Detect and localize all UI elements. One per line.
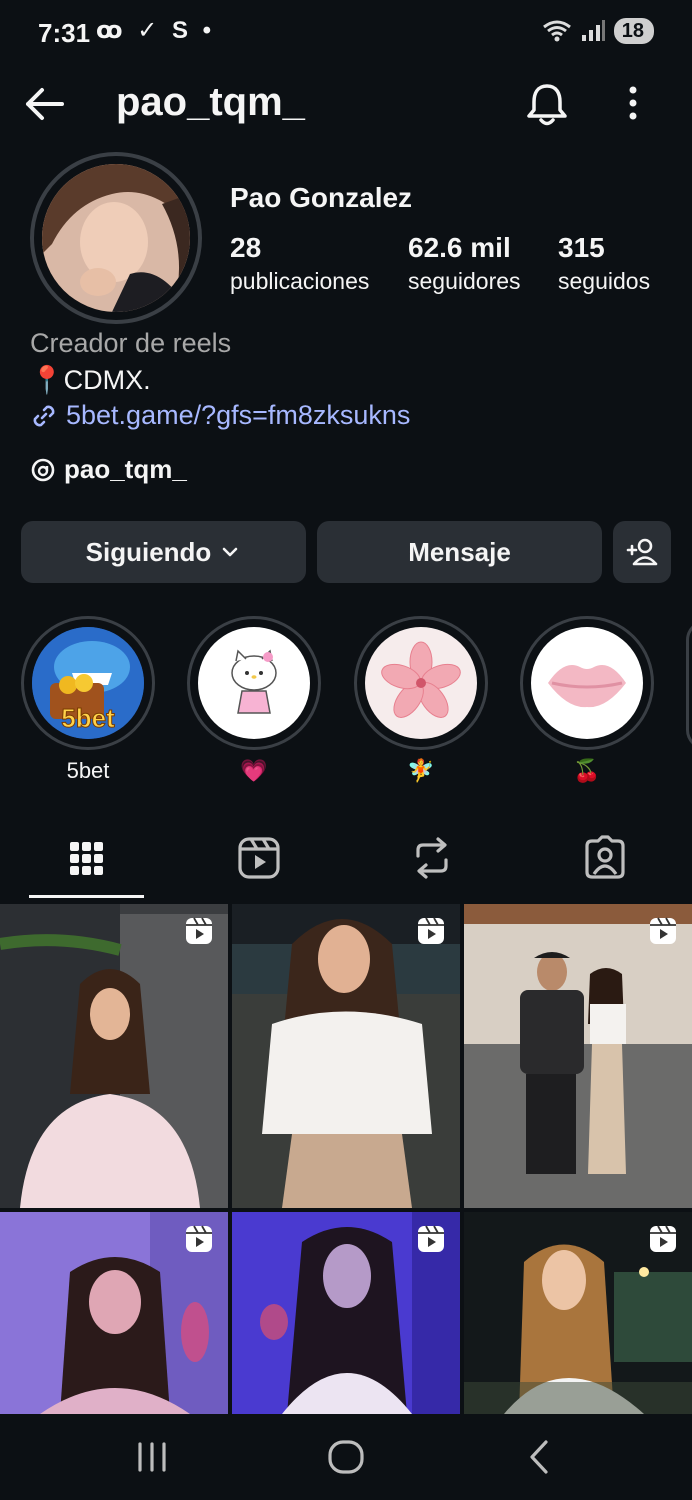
- battery-indicator: 18: [613, 18, 654, 44]
- stat-followers-value: 62.6 mil: [408, 232, 511, 263]
- recent-apps-icon[interactable]: [132, 1440, 172, 1474]
- link-icon: [33, 405, 55, 426]
- status-bar: 7:31 ꝏ ✓ S • 18: [0, 0, 692, 66]
- reel-icon: [186, 1225, 212, 1252]
- system-back-icon[interactable]: [522, 1438, 556, 1476]
- post-thumbnail[interactable]: [232, 1212, 460, 1414]
- stat-posts[interactable]: 28 publicaciones: [230, 232, 369, 295]
- following-button-label: Siguiendo: [85, 536, 212, 567]
- message-button-label: Mensaje: [408, 536, 511, 567]
- bio-link[interactable]: 5bet.game/?gfs=fm8zksukns: [30, 400, 410, 431]
- stat-following[interactable]: 315 seguidos: [558, 232, 650, 295]
- stat-following-label: seguidos: [558, 268, 651, 294]
- threads-badge[interactable]: pao_tqm_: [30, 454, 187, 485]
- reposts-icon[interactable]: [408, 834, 456, 882]
- post-image: [464, 904, 692, 1208]
- reel-icon: [650, 917, 676, 944]
- shark-treasure-icon: 5bet: [32, 627, 144, 739]
- post-image: [232, 904, 460, 1208]
- profile-tabs: [0, 820, 692, 900]
- add-user-button[interactable]: [613, 521, 671, 583]
- highlight-label: 5bet: [66, 758, 110, 783]
- tagged-icon[interactable]: [581, 834, 629, 882]
- wifi-icon: [542, 20, 571, 42]
- status-notification-icons: ꝏ ✓ S •: [96, 17, 216, 44]
- highlight-4[interactable]: 🍒: [520, 616, 654, 784]
- chevron-down-icon: [223, 547, 238, 557]
- highlight-label: 🍒: [573, 758, 601, 783]
- message-button[interactable]: Mensaje: [317, 521, 602, 583]
- page-title-username: pao_tqm_: [116, 80, 305, 124]
- highlight-3[interactable]: 🧚: [354, 616, 488, 784]
- highlight-ring: [187, 616, 321, 750]
- bell-icon[interactable]: [524, 80, 570, 128]
- bio-link-text[interactable]: 5bet.game/?gfs=fm8zksukns: [66, 400, 410, 431]
- add-user-icon: [626, 538, 658, 566]
- post-thumbnail[interactable]: [464, 904, 692, 1208]
- pin-emoji-icon: 📍: [30, 365, 64, 395]
- highlight-partial[interactable]: [686, 620, 692, 750]
- more-vertical-icon[interactable]: [618, 82, 648, 128]
- stat-followers-label: seguidores: [408, 268, 521, 294]
- lips-icon: [531, 627, 643, 739]
- status-time: 7:31: [38, 18, 91, 48]
- threads-icon: [31, 458, 55, 481]
- stat-followers[interactable]: 62.6 mil seguidores: [408, 232, 521, 295]
- post-thumbnail[interactable]: [0, 904, 228, 1208]
- highlight-2[interactable]: 💗: [187, 616, 321, 784]
- highlight-label: 💗: [240, 758, 268, 783]
- reel-icon: [186, 917, 212, 944]
- profile-header: pao_tqm_: [0, 70, 692, 136]
- highlight-ring: [354, 616, 488, 750]
- bio-line: 📍 CDMX.: [30, 364, 151, 396]
- stat-posts-label: publicaciones: [230, 268, 370, 294]
- avatar-photo: [42, 164, 190, 312]
- post-image: [0, 904, 228, 1208]
- highlight-5bet[interactable]: 5bet 5bet: [21, 616, 155, 784]
- display-name: Pao Gonzalez: [230, 182, 413, 213]
- following-button[interactable]: Siguiendo: [21, 521, 306, 583]
- flower-icon: [365, 627, 477, 739]
- post-thumbnail[interactable]: [232, 904, 460, 1208]
- reels-icon[interactable]: [235, 834, 283, 882]
- reel-icon: [418, 917, 444, 944]
- signal-icon: [581, 20, 605, 41]
- system-navigation-bar: [0, 1414, 692, 1500]
- highlight-ring: [520, 616, 654, 750]
- reel-icon: [418, 1225, 444, 1252]
- active-tab-indicator: [29, 895, 144, 898]
- profile-category: Creador de reels: [30, 328, 232, 358]
- highlight-label: 🧚: [407, 758, 435, 783]
- reel-icon: [650, 1225, 676, 1252]
- highlight-ring: 5bet: [21, 616, 155, 750]
- post-thumbnail[interactable]: [464, 1212, 692, 1414]
- home-icon[interactable]: [326, 1438, 366, 1476]
- grid-icon[interactable]: [62, 834, 110, 882]
- svg-text:5bet: 5bet: [61, 703, 115, 733]
- stat-posts-value: 28: [230, 232, 262, 263]
- hello-kitty-icon: [198, 627, 310, 739]
- status-right-icons: 18: [542, 18, 654, 44]
- post-thumbnail[interactable]: [0, 1212, 228, 1414]
- bio-text: CDMX.: [63, 364, 151, 395]
- stat-following-value: 315: [558, 232, 605, 263]
- avatar[interactable]: [42, 164, 190, 312]
- threads-handle: pao_tqm_: [64, 454, 187, 484]
- back-arrow-icon[interactable]: [20, 80, 68, 128]
